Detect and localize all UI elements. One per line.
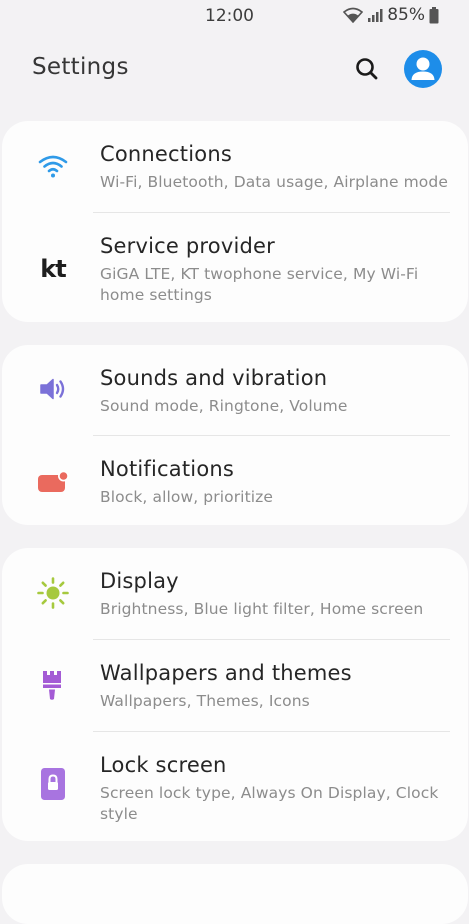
item-subtitle: Wi-Fi, Bluetooth, Data usage, Airplane m… [100,173,448,191]
settings-item-lock-screen[interactable]: Lock screen Screen lock type, Always On … [2,732,468,841]
search-icon [356,58,378,80]
settings-group-sound-notifications: Sounds and vibration Sound mode, Rington… [2,345,468,525]
account-avatar-button[interactable] [404,50,442,88]
settings-group-next-partial[interactable] [2,864,468,924]
item-subtitle: Wallpapers, Themes, Icons [100,692,310,710]
header: Settings [0,40,469,100]
item-title: Lock screen [100,753,227,777]
settings-item-connections[interactable]: Connections Wi-Fi, Bluetooth, Data usage… [2,121,468,213]
item-subtitle: GiGA LTE, KT twophone service, My Wi-Fi … [100,265,419,304]
kt-logo-text: kt [40,255,66,283]
item-subtitle: Block, allow, prioritize [100,488,274,506]
notification-icon [36,465,70,499]
battery-icon [429,6,439,24]
wifi-status-icon [343,7,364,23]
item-title: Wallpapers and themes [100,661,352,685]
settings-item-sounds[interactable]: Sounds and vibration Sound mode, Rington… [2,345,468,435]
kt-logo-icon: kt [36,252,70,286]
item-subtitle: Sound mode, Ringtone, Volume [100,397,348,415]
item-title: Service provider [100,234,275,258]
status-bar: 12:00 85% [0,0,469,34]
settings-item-notifications[interactable]: Notifications Block, allow, prioritize [2,436,468,525]
lock-icon [36,767,70,801]
page-title: Settings [32,54,129,80]
wifi-icon [36,149,70,183]
item-title: Sounds and vibration [100,366,328,390]
item-subtitle: Brightness, Blue light filter, Home scre… [100,600,424,618]
item-title: Connections [100,142,232,166]
settings-group-display: Display Brightness, Blue light filter, H… [2,548,468,841]
settings-group-connectivity: Connections Wi-Fi, Bluetooth, Data usage… [2,121,468,322]
item-subtitle: Screen lock type, Always On Display, Clo… [100,784,439,823]
settings-item-display[interactable]: Display Brightness, Blue light filter, H… [2,548,468,639]
status-icons: 85% [343,5,439,25]
person-icon [411,57,435,80]
item-title: Display [100,569,179,593]
sun-icon [36,576,70,610]
settings-item-service-provider[interactable]: kt Service provider GiGA LTE, KT twophon… [2,213,468,322]
battery-percent: 85% [387,5,425,25]
signal-icon [367,8,383,23]
settings-item-wallpapers[interactable]: Wallpapers and themes Wallpapers, Themes… [2,640,468,731]
speaker-icon [36,372,70,406]
search-button[interactable] [352,54,382,84]
paintbrush-icon [36,668,70,702]
status-time: 12:00 [205,6,254,26]
item-title: Notifications [100,457,235,481]
